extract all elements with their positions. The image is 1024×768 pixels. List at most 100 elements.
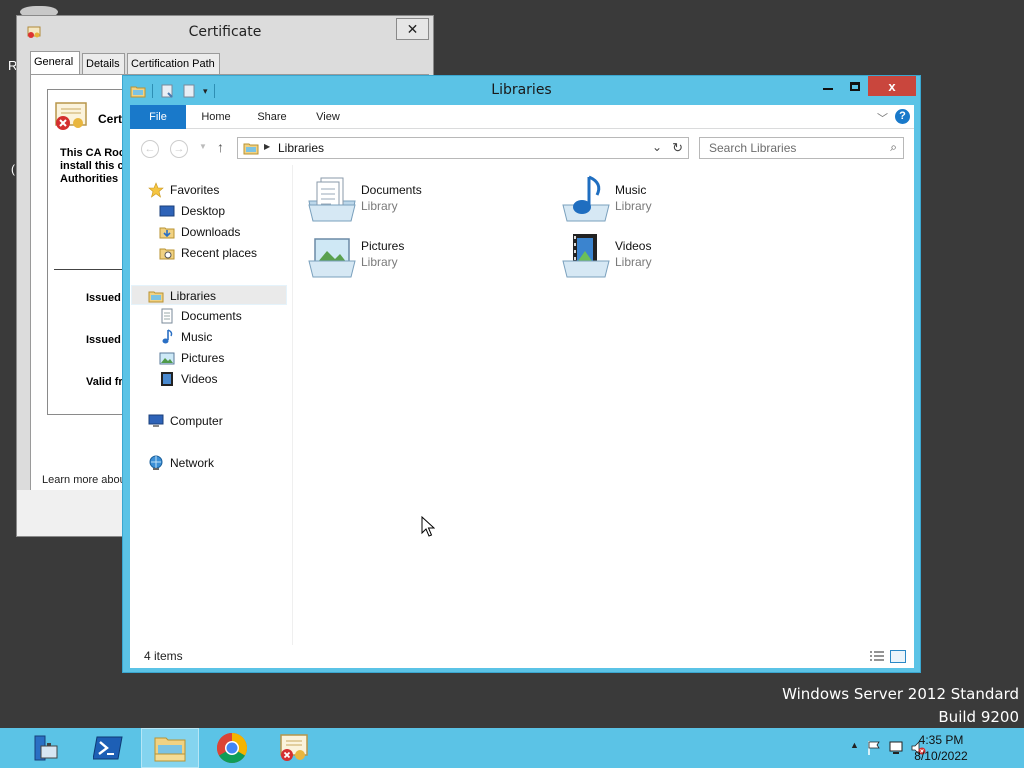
clock-date: 8/10/2022 xyxy=(914,749,968,763)
nav-label-computer: Computer xyxy=(170,414,223,428)
nav-item-libraries[interactable]: Libraries xyxy=(131,285,287,305)
status-bar: 4 items xyxy=(130,646,914,668)
library-name: Videos xyxy=(615,239,652,253)
nav-item-videos[interactable]: Videos xyxy=(159,369,217,389)
expand-ribbon-icon[interactable]: ﹀ xyxy=(877,110,888,126)
taskbar-server-manager[interactable] xyxy=(16,728,74,768)
pictures-library-icon xyxy=(308,238,356,278)
maximize-button[interactable] xyxy=(841,76,868,96)
nav-label-network: Network xyxy=(170,456,215,470)
tab-file[interactable]: File xyxy=(130,105,186,129)
certificate-title: Certificate xyxy=(188,24,262,40)
library-type: Library xyxy=(361,199,398,213)
taskbar-file-explorer[interactable] xyxy=(141,728,199,768)
certificate-close-button[interactable]: ✕ xyxy=(396,18,429,40)
desktop-icon-label-partial: ( xyxy=(11,162,15,176)
nav-item-music[interactable]: Music xyxy=(159,327,212,347)
certificate-icon xyxy=(280,734,308,761)
videos-library-icon xyxy=(562,234,610,278)
back-button[interactable]: ← xyxy=(141,140,159,158)
nav-item-favorites[interactable]: Favorites xyxy=(148,180,219,200)
nav-item-network[interactable]: Network xyxy=(148,453,214,473)
documents-library-icon xyxy=(308,177,356,222)
content-pane: Documents Library Music Library Pictures… xyxy=(294,165,914,645)
breadcrumb-libraries[interactable]: Libraries xyxy=(278,141,324,155)
videos-icon xyxy=(161,371,173,386)
libraries-window: ▾ Libraries x File Home Share View ﹀ ? ←… xyxy=(122,75,921,673)
nav-item-downloads[interactable]: Downloads xyxy=(159,222,240,242)
nav-item-desktop[interactable]: Desktop xyxy=(159,201,225,221)
tab-view[interactable]: View xyxy=(308,105,348,129)
taskbar-powershell[interactable] xyxy=(79,728,137,768)
taskbar: ▲ 4:35 PM 8/10/2022 xyxy=(0,728,1024,768)
search-icon[interactable]: ⌕ xyxy=(890,140,897,155)
breadcrumb-arrow-icon[interactable]: ▶ xyxy=(264,142,270,151)
tab-share[interactable]: Share xyxy=(252,105,292,129)
system-clock[interactable]: 4:35 PM 8/10/2022 xyxy=(906,732,976,764)
library-name: Documents xyxy=(361,183,422,197)
library-tile-music[interactable]: Music Library xyxy=(561,175,791,225)
nav-label-recent-places: Recent places xyxy=(181,246,258,260)
nav-item-computer[interactable]: Computer xyxy=(148,411,223,431)
nav-label-downloads: Downloads xyxy=(181,225,241,239)
recent-locations-dropdown-icon[interactable]: ▼ xyxy=(199,142,207,151)
libraries-icon xyxy=(148,291,164,303)
learn-more-link[interactable]: Learn more abou xyxy=(42,474,126,486)
library-tile-pictures[interactable]: Pictures Library xyxy=(307,231,537,281)
taskbar-chrome[interactable] xyxy=(203,728,261,768)
library-name: Pictures xyxy=(361,239,405,253)
network-tray-icon[interactable] xyxy=(888,740,904,756)
action-center-flag-icon[interactable] xyxy=(866,740,882,756)
documents-icon xyxy=(161,308,173,324)
mouse-cursor-icon xyxy=(421,516,435,537)
issued-to-label: Issued xyxy=(86,292,121,304)
nav-label-documents: Documents xyxy=(181,309,242,323)
downloads-icon xyxy=(159,227,175,239)
computer-icon xyxy=(148,414,164,427)
certificate-title-bar[interactable]: Certificate ✕ xyxy=(17,16,433,48)
refresh-icon[interactable]: ↻ xyxy=(672,140,683,156)
up-button[interactable]: ↑ xyxy=(217,139,224,155)
nav-label-libraries: Libraries xyxy=(170,289,217,303)
forward-button[interactable]: → xyxy=(170,140,188,158)
minimize-button[interactable] xyxy=(814,76,841,96)
server-manager-icon xyxy=(34,735,58,761)
navigation-bar: ← → ▼ ↑ ▶ Libraries ⌄ ↻ ⌕ xyxy=(130,129,914,165)
close-button[interactable]: x xyxy=(868,76,916,96)
explorer-client-area: File Home Share View ﹀ ? ← → ▼ ↑ ▶ Libra… xyxy=(130,105,914,668)
nav-item-documents[interactable]: Documents xyxy=(159,306,242,326)
network-icon xyxy=(149,455,163,470)
large-icons-view-icon[interactable] xyxy=(890,650,906,663)
tab-details[interactable]: Details xyxy=(82,53,125,75)
item-count: 4 items xyxy=(144,649,183,663)
address-dropdown-icon[interactable]: ⌄ xyxy=(652,140,662,154)
show-hidden-icons-icon[interactable]: ▲ xyxy=(850,740,866,756)
nav-item-pictures[interactable]: Pictures xyxy=(159,348,224,368)
library-tile-videos[interactable]: Videos Library xyxy=(561,231,791,281)
help-icon[interactable]: ? xyxy=(895,109,910,124)
search-box[interactable]: ⌕ xyxy=(699,137,904,159)
recent-places-icon xyxy=(159,248,175,260)
tab-certification-path[interactable]: Certification Path xyxy=(127,53,220,75)
ribbon-tab-bar: File Home Share View ﹀ ? xyxy=(130,105,914,129)
library-tile-documents[interactable]: Documents Library xyxy=(307,175,537,225)
nav-label-favorites: Favorites xyxy=(170,183,220,197)
libraries-title-bar[interactable]: ▾ Libraries x xyxy=(123,76,920,104)
address-bar[interactable]: ▶ Libraries ⌄ ↻ xyxy=(237,137,689,159)
issued-by-label: Issued xyxy=(86,334,121,346)
tab-general[interactable]: General xyxy=(30,51,80,76)
details-view-icon[interactable] xyxy=(869,650,885,663)
nav-label-pictures: Pictures xyxy=(181,351,225,365)
taskbar-certificate[interactable] xyxy=(265,728,323,768)
minimize-icon xyxy=(822,88,833,90)
nav-label-music: Music xyxy=(181,330,213,344)
search-input[interactable] xyxy=(700,138,875,158)
library-type: Library xyxy=(615,199,652,213)
file-explorer-icon xyxy=(154,737,186,762)
nav-item-recent-places[interactable]: Recent places xyxy=(159,243,257,263)
tab-home[interactable]: Home xyxy=(194,105,238,129)
os-edition-text: Windows Server 2012 Standard xyxy=(782,685,1019,703)
star-icon xyxy=(148,182,164,198)
navigation-pane: Favorites Desktop Downloads Recent place… xyxy=(130,165,293,645)
desktop-icon xyxy=(159,205,175,217)
